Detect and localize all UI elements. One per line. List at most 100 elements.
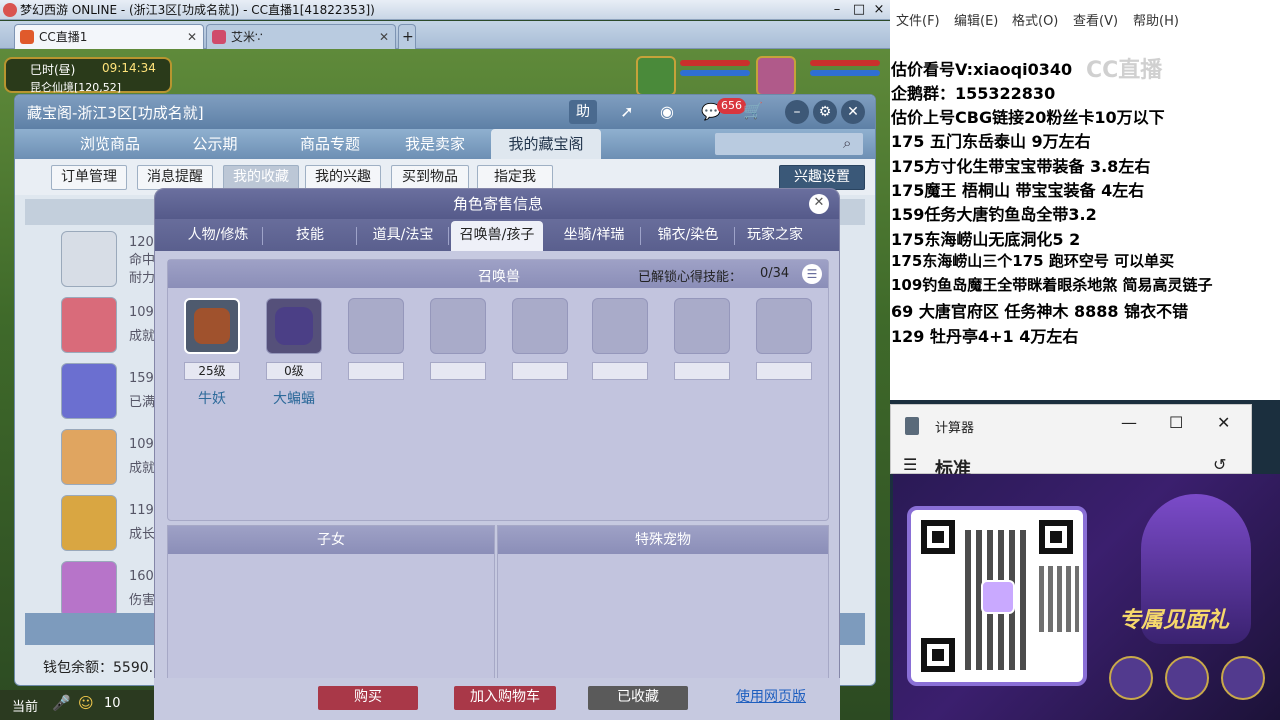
subtab-messages[interactable]: 消息提醒	[137, 165, 213, 190]
pet-level: 0级	[266, 362, 322, 380]
search-icon[interactable]: ⌕	[843, 134, 851, 152]
pet-slot-1[interactable]	[184, 298, 240, 354]
player-avatar[interactable]	[756, 56, 796, 96]
gift-icon[interactable]	[1221, 656, 1265, 700]
favorited-button[interactable]: 已收藏	[588, 686, 688, 710]
pet-name[interactable]: 牛妖	[177, 388, 247, 408]
minimize-panel-icon[interactable]: –	[785, 100, 809, 124]
settings-icon[interactable]: ⚙	[813, 100, 837, 124]
close-tab-icon[interactable]: ✕	[187, 25, 197, 49]
tab-mounts[interactable]: 坐骑/祥瑞	[547, 221, 641, 251]
notepad-line: 175魔王 梧桐山 带宝宝装备 4左右	[891, 181, 1145, 200]
tab-browse[interactable]: 浏览商品	[55, 129, 165, 159]
help-button[interactable]: 助	[569, 100, 597, 124]
cart-icon[interactable]: 🛒	[743, 101, 763, 120]
subtab-bought[interactable]: 买到物品	[391, 165, 469, 190]
pet-slot-empty	[430, 298, 486, 354]
pet-slot-empty	[512, 298, 568, 354]
cbg-title: 藏宝阁-浙江3区[功成名就]	[27, 104, 204, 122]
list-item[interactable]: 159级 已满	[25, 361, 167, 423]
window-titlebar: 梦幻西游 ONLINE - (浙江3区[功成名就]) - CC直播1[41822…	[0, 0, 890, 20]
notepad-line: 175东海崂山三个175 跑环空号 可以单买	[891, 252, 1175, 270]
history-icon[interactable]: ↺	[1213, 455, 1226, 474]
subtab-orders[interactable]: 订单管理	[51, 165, 127, 190]
list-item[interactable]: 119级 成长	[25, 493, 167, 555]
current-channel[interactable]: 当前	[12, 696, 38, 715]
close-icon[interactable]: ×	[866, 0, 890, 20]
game-window: 梦幻西游 ONLINE - (浙江3区[功成名就]) - CC直播1[41822…	[0, 0, 890, 720]
player-hp-bar	[810, 60, 880, 66]
tab-my-cbg[interactable]: 我的藏宝阁	[491, 129, 601, 159]
close-tab-icon[interactable]: ✕	[379, 25, 389, 49]
calculator-title: 计算器	[935, 421, 975, 436]
add-to-cart-button[interactable]: 加入购物车	[454, 686, 556, 710]
item-image	[61, 363, 117, 419]
menu-help[interactable]: 帮助(H)	[1133, 10, 1179, 29]
tab-outfits[interactable]: 锦衣/染色	[641, 221, 735, 251]
qr-finder	[921, 638, 955, 672]
web-version-link[interactable]: 使用网页版	[728, 686, 814, 710]
calc-minimize-icon[interactable]: —	[1121, 413, 1137, 432]
pet-slot-2[interactable]	[266, 298, 322, 354]
share-icon[interactable]: ➚	[615, 100, 639, 124]
pet-level-empty	[756, 362, 812, 380]
wallet-balance: 钱包余额：5590.	[43, 660, 154, 676]
menu-view[interactable]: 查看(V)	[1073, 10, 1118, 29]
subtab-interests[interactable]: 我的兴趣	[305, 165, 381, 190]
tab-seller[interactable]: 我是卖家	[385, 129, 485, 159]
tab-items[interactable]: 道具/法宝	[357, 221, 449, 251]
item-image	[61, 495, 117, 551]
location-label: 昆仑仙境[120,52]	[30, 81, 122, 94]
gift-icon[interactable]	[1109, 656, 1153, 700]
emoji-icon[interactable]: ☺	[78, 694, 94, 712]
aimi-favicon-icon	[212, 30, 226, 44]
cc-favicon-icon	[20, 30, 34, 44]
item-image	[61, 561, 117, 617]
cbg-nav: 浏览商品 公示期 商品专题 我是卖家 我的藏宝阁 ⌕	[15, 129, 875, 159]
calc-maximize-icon[interactable]: ☐	[1169, 413, 1183, 432]
close-panel-icon[interactable]: ✕	[841, 100, 865, 124]
pet-slot-empty	[674, 298, 730, 354]
pet-avatar[interactable]	[636, 56, 676, 96]
tab-character[interactable]: 人物/修炼	[173, 221, 263, 251]
interest-settings-button[interactable]: 兴趣设置	[779, 165, 865, 190]
record-icon[interactable]: ◉	[655, 100, 679, 124]
list-menu-icon[interactable]: ☰	[802, 264, 822, 284]
time-label: 巳时(昼)	[30, 63, 76, 77]
search-input[interactable]	[715, 133, 863, 155]
tab-pets[interactable]: 召唤兽/孩子	[451, 221, 543, 251]
pet-level-empty	[674, 362, 730, 380]
promo-headline: 专属见面礼	[1119, 608, 1230, 633]
tab-home[interactable]: 玩家之家	[735, 221, 815, 251]
browser-tab-cc[interactable]: CC直播1 ✕	[14, 24, 204, 49]
item-image	[61, 297, 117, 353]
menu-icon[interactable]: ☰	[903, 455, 917, 474]
notepad-line: 109钓鱼岛魔王全带眯着眼杀地煞 简易高灵链子	[891, 276, 1213, 294]
menu-file[interactable]: 文件(F)	[896, 10, 940, 29]
tab-public[interactable]: 公示期	[165, 129, 265, 159]
browser-tab-aimi[interactable]: 艾米∵ ✕	[206, 24, 396, 49]
browser-tab-bar: CC直播1 ✕ 艾米∵ ✕ +	[0, 21, 890, 49]
gift-icon[interactable]	[1165, 656, 1209, 700]
list-item[interactable]: 109级 成就	[25, 295, 167, 357]
app-icon	[3, 3, 17, 17]
list-item[interactable]: 120级 命中 耐力	[25, 229, 167, 291]
list-item[interactable]: 160级 伤害	[25, 559, 167, 621]
pet-slot-empty	[348, 298, 404, 354]
calc-close-icon[interactable]: ✕	[1217, 413, 1230, 432]
new-tab-button[interactable]: +	[398, 24, 416, 49]
menu-edit[interactable]: 编辑(E)	[954, 10, 998, 29]
mic-icon[interactable]: 🎤	[52, 694, 71, 712]
tab-skills[interactable]: 技能	[263, 221, 357, 251]
subtab-assigned[interactable]: 指定我	[477, 165, 553, 190]
pet-name[interactable]: 大蝙蝠	[259, 388, 329, 408]
notepad-line: 175东海崂山无底洞化5 2	[891, 230, 1081, 249]
buy-button[interactable]: 购买	[318, 686, 418, 710]
qr-code[interactable]	[907, 506, 1087, 686]
menu-format[interactable]: 格式(O)	[1012, 10, 1058, 29]
list-item[interactable]: 109级 成就	[25, 427, 167, 489]
tab-topics[interactable]: 商品专题	[275, 129, 385, 159]
modal-close-icon[interactable]: ✕	[809, 194, 829, 214]
subtab-favorites[interactable]: 我的收藏	[223, 165, 299, 190]
pet-level-empty	[430, 362, 486, 380]
